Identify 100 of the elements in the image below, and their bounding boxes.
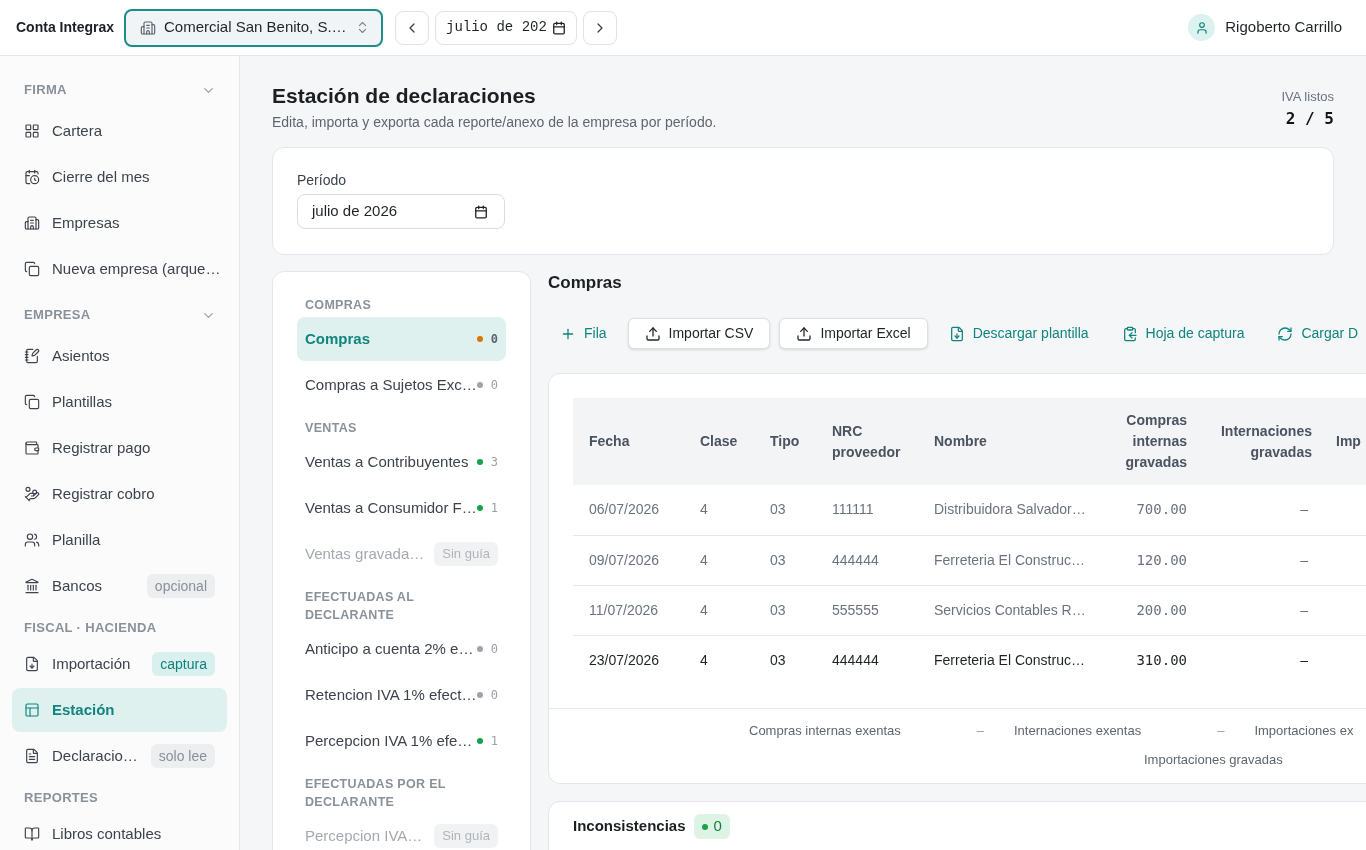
unavailable-tag: Sin guía <box>434 542 498 566</box>
table-cell: Ferreteria El Construc… <box>918 635 1107 685</box>
hand-coins-icon <box>24 486 40 502</box>
table-cell: 03 <box>754 585 816 635</box>
unavailable-tag: Sin guía <box>434 824 498 848</box>
upload-icon <box>644 325 661 342</box>
sidebar-item[interactable]: Nueva empresa (arque… <box>12 247 227 291</box>
file-text-icon <box>24 748 40 764</box>
building-icon <box>24 215 40 231</box>
column-header[interactable]: Imp <box>1320 398 1366 485</box>
table-cell: Ferreteria El Construc… <box>918 535 1107 585</box>
stat-label: IVA listos <box>1281 89 1334 105</box>
notebook-pen-icon <box>24 348 40 364</box>
table-cell: 111111 <box>816 485 918 535</box>
group-heading: VENTAS <box>304 420 358 437</box>
calendar-clock-icon <box>24 169 40 185</box>
report-item[interactable]: Anticipo a cuenta 2% e… 0 <box>297 627 506 671</box>
report-item[interactable]: Compras a Sujetos Exc… 0 <box>297 363 506 407</box>
sidebar-tag: opcional <box>146 574 215 598</box>
sidebar-item[interactable]: Libros contables <box>12 812 227 850</box>
add-row-button[interactable]: Fila <box>548 318 619 349</box>
total-label: Compras internas exentas <box>749 722 901 741</box>
sidebar-item[interactable]: Bancos opcional <box>12 564 227 608</box>
clipboard-icon <box>1121 325 1138 342</box>
user-name[interactable]: Rigoberto Carrillo <box>1225 16 1342 39</box>
table-cell: 4 <box>684 535 754 585</box>
sidebar-item[interactable]: Empresas <box>12 201 227 245</box>
table-cell: – <box>1203 535 1320 585</box>
sidebar-tag: solo lee <box>150 744 215 768</box>
table-cell: Distribuidora Salvador… <box>918 485 1107 535</box>
import-csv-button[interactable]: Importar CSV <box>627 318 771 349</box>
sidebar-item[interactable]: Registrar cobro <box>12 472 227 516</box>
import-excel-button[interactable]: Importar Excel <box>779 318 928 349</box>
table-cell: 200.00 <box>1107 585 1203 635</box>
stat-value: 2 / 5 <box>1285 109 1334 129</box>
table-cell: Servicios Contables R… <box>918 585 1107 635</box>
wallet-icon <box>24 440 40 456</box>
section-title: Compras <box>548 272 623 294</box>
period-field[interactable]: julio de 2026 <box>297 194 505 229</box>
table-cell: 4 <box>684 485 754 535</box>
users-icon <box>24 532 40 548</box>
sidebar-item[interactable]: Planilla <box>12 518 227 562</box>
column-header[interactable]: Nombre <box>918 398 1107 485</box>
grid-icon <box>24 123 40 139</box>
copy-icon <box>24 261 40 277</box>
sidebar-item[interactable]: Registrar pago <box>12 426 227 470</box>
sidebar-item[interactable]: Plantillas <box>12 380 227 424</box>
page-subtitle: Edita, importa y exporta cada reporte/anexo de la empresa por período. <box>272 114 717 130</box>
total-value: – <box>976 722 984 741</box>
table-cell: 444444 <box>816 635 918 685</box>
bank-icon <box>24 578 40 594</box>
building-icon <box>140 19 156 36</box>
sidebar-item[interactable]: Importación captura <box>12 642 227 686</box>
load-button[interactable]: Cargar D <box>1265 318 1366 349</box>
month-field[interactable]: julio de 202 <box>435 10 577 45</box>
sidebar-item[interactable]: Declaracio… solo lee <box>12 734 227 778</box>
table-cell: 03 <box>754 485 816 535</box>
count-value: 0 <box>713 816 722 837</box>
user-avatar-icon[interactable] <box>1188 14 1216 41</box>
sidebar-item[interactable]: Cartera <box>12 109 227 153</box>
table-cell: 09/07/2026 <box>573 535 684 585</box>
group-heading: COMPRAS <box>304 297 373 314</box>
table-cell: 06/07/2026 <box>573 485 684 535</box>
column-header[interactable]: Clase <box>684 398 754 485</box>
upload-icon <box>796 325 813 342</box>
report-item[interactable]: Compras 0 <box>297 317 506 361</box>
table-cell: 03 <box>754 535 816 585</box>
table-cell: – <box>1203 585 1320 635</box>
page-title: Estación de declaraciones <box>272 83 537 109</box>
book-open-icon <box>24 826 40 842</box>
previous-month-button[interactable] <box>395 10 429 45</box>
file-download-icon <box>24 656 40 672</box>
table-cell: 310.00 <box>1107 635 1203 685</box>
sidebar-item[interactable]: Estación <box>12 688 227 732</box>
capture-sheet-button[interactable]: Hoja de captura <box>1109 318 1257 349</box>
column-header[interactable]: Tipo <box>754 398 816 485</box>
report-item[interactable]: Ventas a Consumidor F… 1 <box>297 486 506 530</box>
table-cell: 23/07/2026 <box>573 635 684 685</box>
company-selector[interactable]: Comercial San Benito, S.… <box>124 8 383 47</box>
file-download-icon <box>948 325 965 342</box>
copy-icon <box>24 394 40 410</box>
section-heading: REPORTES <box>24 789 99 808</box>
table-cell: 4 <box>684 635 754 685</box>
total-label: Importaciones ex <box>1254 722 1354 741</box>
sidebar-item[interactable]: Cierre del mes <box>12 155 227 199</box>
column-header[interactable]: Compras internas gravadas <box>1107 398 1203 485</box>
report-item[interactable]: Ventas a Contribuyentes 3 <box>297 440 506 484</box>
sidebar-item[interactable]: Asientos <box>12 334 227 378</box>
app-name: Conta Integrax <box>16 18 114 37</box>
column-header[interactable]: NRC proveedor <box>816 398 918 485</box>
group-heading: EFECTUADAS POR EL DECLARANTE <box>304 776 447 811</box>
calendar-icon[interactable] <box>474 204 488 219</box>
calendar-icon[interactable] <box>552 20 566 35</box>
next-month-button[interactable] <box>583 10 617 45</box>
report-item[interactable]: Retencion IVA 1% efect… 0 <box>297 673 506 717</box>
column-header[interactable]: Internaciones gravadas <box>1203 398 1320 485</box>
column-header[interactable]: Fecha <box>573 398 684 485</box>
download-template-button[interactable]: Descargar plantilla <box>936 318 1101 349</box>
layout-icon <box>24 702 40 718</box>
report-item[interactable]: Percepcion IVA 1% efe… 1 <box>297 719 506 763</box>
